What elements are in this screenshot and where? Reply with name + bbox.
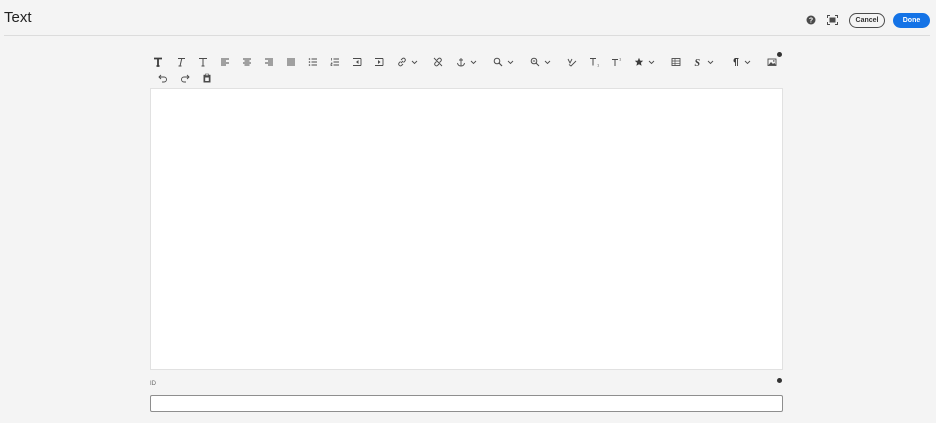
chevron-down-icon [648,60,655,64]
toolbar-info-icon [777,52,782,57]
fullscreen-icon[interactable] [826,14,838,26]
chevron-down-icon [707,60,714,64]
dialog-title: Text [4,9,32,26]
outdent-icon[interactable] [352,56,362,68]
numbered-list-icon[interactable] [330,56,340,68]
styles-icon: S [695,58,701,67]
id-field-label: ID [150,381,156,387]
find-icon [493,57,503,67]
underline-icon[interactable] [198,56,208,68]
help-circle-icon[interactable]: ? [805,14,817,26]
paragraph-icon [733,58,739,66]
bold-icon[interactable] [153,56,163,68]
spellcheck-icon[interactable] [567,56,577,68]
chevron-down-icon [744,60,751,64]
italic-icon[interactable] [176,56,186,68]
unlink-icon[interactable] [433,56,443,68]
rich-text-editor[interactable] [150,88,783,370]
header-bar: Text ? Cancel Done [0,0,936,36]
done-button[interactable]: Done [893,13,930,28]
anchor-icon [457,58,465,67]
star-icon [634,57,644,66]
id-info-icon [777,378,782,383]
svg-text:?: ? [809,18,813,25]
link-icon [398,57,406,67]
subscript-icon[interactable]: 1 [589,56,601,68]
find-replace-icon [530,57,540,67]
chevron-down-icon [507,60,514,64]
id-input[interactable] [150,395,783,412]
align-center-icon[interactable] [242,56,252,68]
styles-dropdown[interactable]: S [693,56,714,68]
paste-icon[interactable] [202,72,212,84]
image-icon[interactable] [767,56,777,68]
indent-icon[interactable] [374,56,384,68]
align-right-icon[interactable] [264,56,274,68]
chevron-down-icon [470,60,477,64]
svg-text:S: S [695,58,701,67]
undo-icon[interactable] [158,72,168,84]
bullet-list-icon[interactable] [308,56,318,68]
find-replace-dropdown[interactable] [530,56,551,68]
table-icon[interactable] [671,56,681,68]
superscript-icon[interactable]: 1 [611,56,623,68]
chevron-down-icon [544,60,551,64]
header-divider [4,35,930,36]
special-char-dropdown[interactable] [634,56,655,68]
anchor-dropdown[interactable] [456,56,477,68]
find-dropdown[interactable] [493,56,514,68]
svg-text:1: 1 [619,57,622,62]
redo-icon[interactable] [180,72,190,84]
paragraph-format-dropdown[interactable] [730,56,751,68]
align-justify-icon[interactable] [286,56,296,68]
svg-text:1: 1 [597,63,600,68]
align-left-icon[interactable] [220,56,230,68]
link-dropdown[interactable] [397,56,418,68]
chevron-down-icon [411,60,418,64]
cancel-button[interactable]: Cancel [849,13,885,28]
